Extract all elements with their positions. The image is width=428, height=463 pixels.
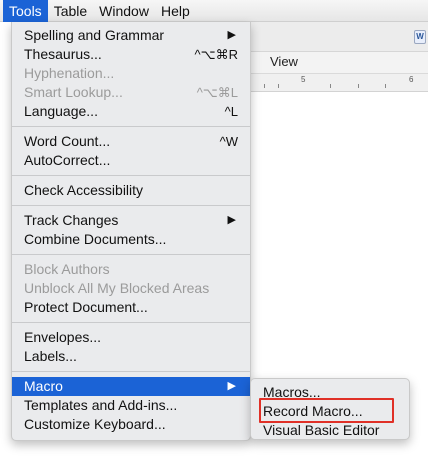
ruler-tick xyxy=(330,84,331,88)
ruler-tick xyxy=(358,84,359,88)
word-document-icon[interactable]: W xyxy=(414,30,426,44)
menu-item-label: Check Accessibility xyxy=(24,182,144,198)
tab-view[interactable]: View xyxy=(270,54,298,69)
tools-menu: Spelling and Grammar ▶ Thesaurus... ^⌥⌘R… xyxy=(11,22,251,441)
menubar-window[interactable]: Window xyxy=(93,0,155,22)
menu-item-envelopes[interactable]: Envelopes... xyxy=(12,328,250,347)
menubar-help[interactable]: Help xyxy=(155,0,196,22)
ruler-number: 5 xyxy=(301,75,306,84)
menu-item-customize-keyboard[interactable]: Customize Keyboard... xyxy=(12,415,250,434)
menu-item-label: Protect Document... xyxy=(24,299,148,315)
menu-item-hyphenation: Hyphenation... xyxy=(12,64,250,83)
menu-item-block-authors: Block Authors xyxy=(12,260,250,279)
menu-separator xyxy=(12,126,250,127)
ruler-tick xyxy=(385,84,386,88)
menu-item-label: Thesaurus... xyxy=(24,46,102,62)
document-toolbar: W xyxy=(250,22,428,52)
menu-item-spelling-and-grammar[interactable]: Spelling and Grammar ▶ xyxy=(12,26,250,45)
menu-item-label: Templates and Add-ins... xyxy=(24,397,178,413)
menu-separator xyxy=(12,371,250,372)
menu-separator xyxy=(12,322,250,323)
menu-item-visual-basic-editor[interactable]: Visual Basic Editor xyxy=(251,421,409,440)
menu-item-label: Customize Keyboard... xyxy=(24,416,166,432)
submenu-arrow-icon: ▶ xyxy=(227,29,236,41)
menu-item-label: Macro xyxy=(24,378,63,394)
menu-item-label: Block Authors xyxy=(24,261,110,277)
ruler: 5 6 xyxy=(250,74,428,92)
menu-item-label: Hyphenation... xyxy=(24,65,115,81)
menu-item-protect-document[interactable]: Protect Document... xyxy=(12,298,250,317)
submenu-arrow-icon: ▶ xyxy=(227,380,236,392)
menu-item-autocorrect[interactable]: AutoCorrect... xyxy=(12,151,250,170)
menu-bar: Tools Table Window Help xyxy=(0,0,428,22)
menu-item-language[interactable]: Language... ^L xyxy=(12,102,250,121)
menu-item-unblock-all: Unblock All My Blocked Areas xyxy=(12,279,250,298)
menu-item-label: Unblock All My Blocked Areas xyxy=(24,280,210,296)
menu-item-label: Envelopes... xyxy=(24,329,102,345)
annotation-highlight-box xyxy=(259,398,394,423)
ruler-tick xyxy=(264,84,265,88)
menu-item-label: Combine Documents... xyxy=(24,231,167,247)
menu-item-macro[interactable]: Macro ▶ xyxy=(12,377,250,396)
menu-item-thesaurus[interactable]: Thesaurus... ^⌥⌘R xyxy=(12,45,250,64)
shortcut-label: ^⌥⌘L xyxy=(196,85,238,100)
menu-separator xyxy=(12,175,250,176)
menu-item-label: Labels... xyxy=(24,348,77,364)
menu-item-combine-documents[interactable]: Combine Documents... xyxy=(12,230,250,249)
ruler-tick xyxy=(278,84,279,88)
menubar-tools[interactable]: Tools xyxy=(3,0,48,22)
shortcut-label: ^⌥⌘R xyxy=(194,47,238,62)
menu-item-label: Visual Basic Editor xyxy=(263,422,380,438)
shortcut-label: ^L xyxy=(224,104,238,119)
submenu-arrow-icon: ▶ xyxy=(227,214,236,226)
menubar-table[interactable]: Table xyxy=(48,0,93,22)
menu-item-label: AutoCorrect... xyxy=(24,152,111,168)
ribbon: View xyxy=(250,52,428,74)
screen: Tools Table Window Help W View 5 6 Spell… xyxy=(0,0,428,463)
ruler-number: 6 xyxy=(409,75,414,84)
menu-item-labels[interactable]: Labels... xyxy=(12,347,250,366)
menu-item-label: Smart Lookup... xyxy=(24,84,123,100)
menu-item-track-changes[interactable]: Track Changes ▶ xyxy=(12,211,250,230)
shortcut-label: ^W xyxy=(219,134,238,149)
menu-separator xyxy=(12,254,250,255)
menu-item-templates-and-add-ins[interactable]: Templates and Add-ins... xyxy=(12,396,250,415)
menu-item-label: Track Changes xyxy=(24,212,119,228)
menu-separator xyxy=(12,205,250,206)
menu-item-label: Word Count... xyxy=(24,133,111,149)
menu-item-label: Spelling and Grammar xyxy=(24,27,165,43)
menu-item-label: Language... xyxy=(24,103,98,119)
menu-item-check-accessibility[interactable]: Check Accessibility xyxy=(12,181,250,200)
menu-item-smart-lookup: Smart Lookup... ^⌥⌘L xyxy=(12,83,250,102)
menu-item-word-count[interactable]: Word Count... ^W xyxy=(12,132,250,151)
